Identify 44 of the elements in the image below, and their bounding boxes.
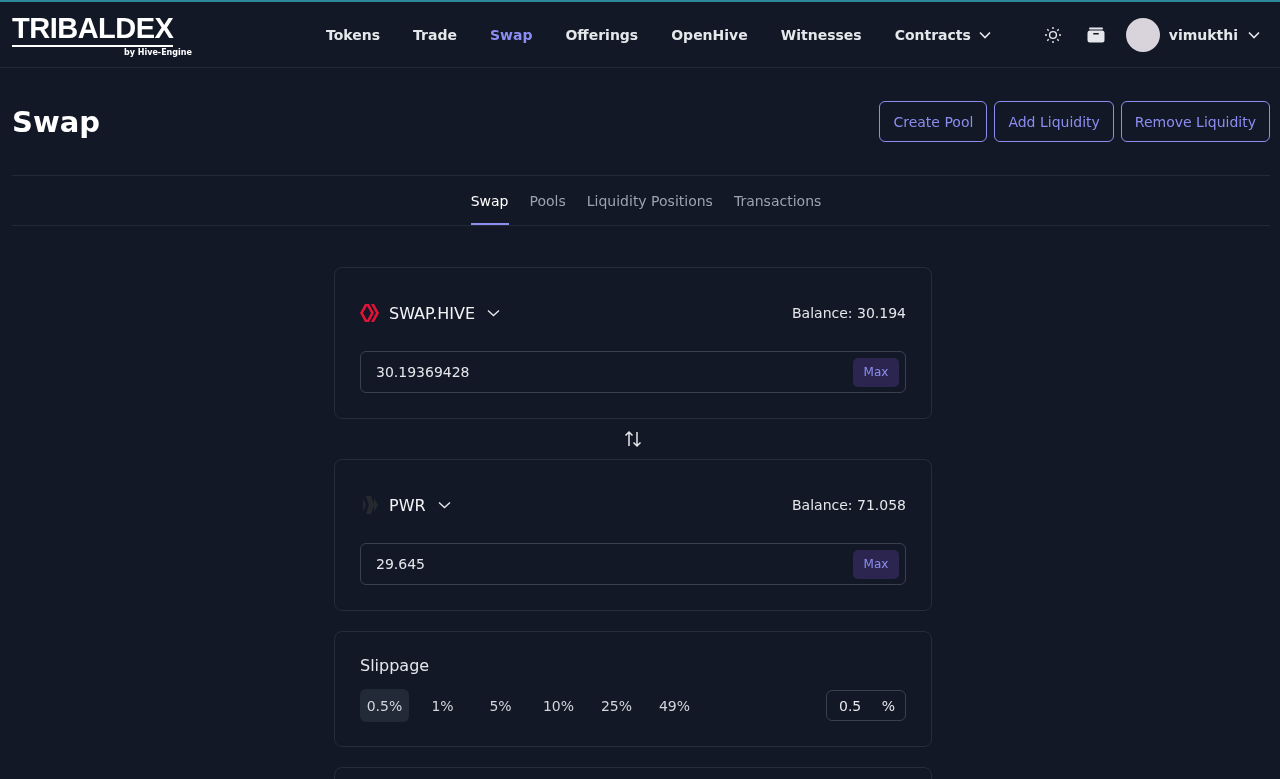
max-button[interactable]: Max	[853, 357, 899, 387]
action-button[interactable]: Create Pool	[879, 101, 988, 142]
token-selector[interactable]: SWAP.HIVE	[360, 303, 501, 323]
balance-text: Balance: 71.058	[792, 497, 906, 513]
token-selector[interactable]: PWR	[360, 495, 451, 515]
nav-link[interactable]: Contracts	[894, 26, 991, 43]
slippage-option[interactable]: 5%	[476, 689, 525, 722]
chevron-down-icon	[1248, 30, 1260, 39]
logo-tagline: by Hive-Engine	[124, 48, 192, 58]
nav-link[interactable]: Trade	[413, 26, 457, 43]
user-avatar[interactable]	[1125, 17, 1160, 52]
tab[interactable]: Transactions	[733, 178, 822, 225]
chevron-down-icon	[437, 501, 451, 509]
percent-sign: %	[881, 697, 895, 714]
slippage-label: Slippage	[360, 656, 431, 675]
nav-link[interactable]: Offerings	[565, 26, 639, 43]
nav-link[interactable]: Tokens	[326, 26, 381, 43]
slippage-option[interactable]: 0.5%	[360, 689, 409, 722]
tab[interactable]: Pools	[529, 178, 566, 225]
nav-link[interactable]: Swap	[489, 26, 533, 43]
balance-text: Balance: 30.194	[792, 305, 906, 321]
slippage-option[interactable]: 25%	[592, 689, 641, 722]
user-menu[interactable]: vimukthi	[1168, 26, 1260, 43]
chevron-down-icon	[487, 309, 501, 317]
tab[interactable]: Liquidity Positions	[586, 178, 713, 225]
action-button[interactable]: Add Liquidity	[994, 101, 1114, 142]
slippage-option[interactable]: 10%	[534, 689, 583, 722]
nav-link[interactable]: Witnesses	[780, 26, 862, 43]
slippage-option[interactable]: 49%	[650, 689, 699, 722]
nav-link[interactable]: OpenHive	[671, 26, 748, 43]
logo-wordmark[interactable]: TRIBALDEX	[12, 11, 174, 47]
page-title: Swap	[12, 104, 100, 139]
sun-icon[interactable]	[1043, 25, 1062, 44]
slippage-value-input[interactable]: 0.5	[837, 696, 881, 715]
slippage-input[interactable]: 0.5 %	[826, 690, 906, 721]
tab[interactable]: Swap	[470, 178, 509, 225]
max-button[interactable]: Max	[853, 549, 899, 579]
hive-logo-icon	[360, 304, 380, 322]
wallet-icon[interactable]	[1086, 26, 1105, 43]
action-button[interactable]: Remove Liquidity	[1120, 101, 1270, 142]
slippage-option[interactable]: 1%	[418, 689, 467, 722]
swap-arrows-icon[interactable]	[624, 430, 642, 448]
amount-field[interactable]: 30.19369428 Max	[360, 351, 906, 393]
amount-field[interactable]: 29.645 Max	[360, 543, 906, 585]
